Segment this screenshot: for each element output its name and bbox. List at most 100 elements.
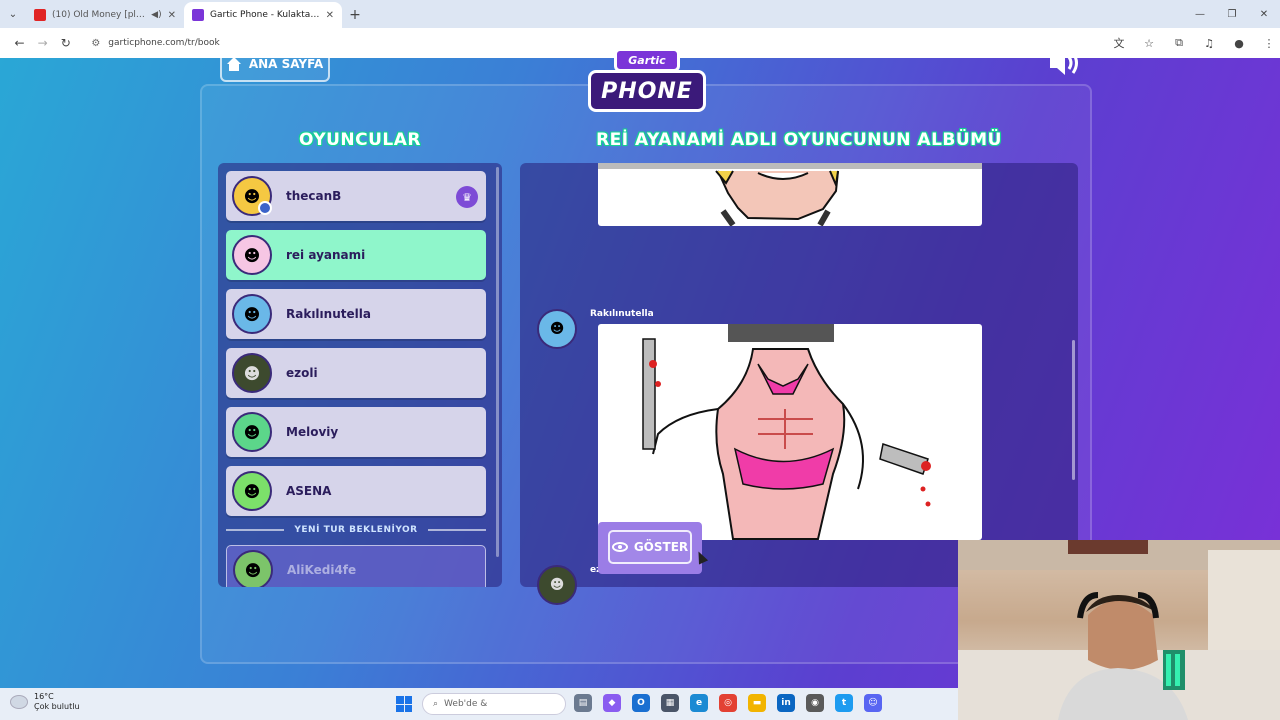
player-avatar: ☻ xyxy=(232,412,272,452)
waiting-label: YENİ TUR BEKLENİYOR xyxy=(294,525,418,535)
author-avatar: ☻ xyxy=(537,309,577,349)
webcam-overlay xyxy=(958,540,1280,720)
logo-top-text: Gartic xyxy=(614,48,680,72)
waiting-divider: YENİ TUR BEKLENİYOR xyxy=(226,525,486,535)
player-name: ASENA xyxy=(286,484,332,498)
back-button[interactable]: ← xyxy=(8,31,31,55)
temperature: 16°C xyxy=(34,692,54,701)
profile-icon[interactable]: ● xyxy=(1228,32,1250,54)
browser-menu-icon[interactable]: ⋮ xyxy=(1258,32,1280,54)
translate-icon[interactable]: 文 xyxy=(1108,32,1130,54)
reload-button[interactable]: ↻ xyxy=(54,31,77,55)
new-tab-button[interactable]: + xyxy=(342,2,368,28)
minimize-icon[interactable]: — xyxy=(1184,0,1216,28)
twitter-icon[interactable]: t xyxy=(835,694,853,712)
weather-condition: Çok bulutlu xyxy=(34,702,80,711)
host-badge-icon xyxy=(258,201,272,215)
waiting-player-row: ☻ AliKedi4fe xyxy=(226,545,486,587)
tab-search-icon[interactable]: ⌄ xyxy=(0,0,26,28)
player-avatar: ☻ xyxy=(232,235,272,275)
taskbar-search[interactable]: ⌕ Web'de & xyxy=(422,693,566,715)
webcam-image xyxy=(958,540,1280,720)
drawing-image xyxy=(642,324,931,540)
obs-icon[interactable]: ◉ xyxy=(806,694,824,712)
outlook-icon[interactable]: O xyxy=(632,694,650,712)
eye-icon xyxy=(611,542,628,552)
divider-line xyxy=(226,529,285,531)
tab-title: (10) Old Money [playlist] - Y xyxy=(52,10,146,20)
address-bar-icons: 文 ☆ ⧉ ♫ ● ⋮ xyxy=(1108,32,1280,54)
media-control-icon[interactable]: ♫ xyxy=(1198,32,1220,54)
linkedin-icon[interactable]: in xyxy=(777,694,795,712)
restore-icon[interactable]: ❐ xyxy=(1216,0,1248,28)
divider-line xyxy=(427,529,486,531)
store-icon[interactable]: ▦ xyxy=(661,694,679,712)
player-row: ☻ Meloviy xyxy=(226,407,486,457)
player-row: ☻ Rakılınutella xyxy=(226,289,486,339)
close-tab-icon[interactable]: ✕ xyxy=(168,10,176,21)
album-scrollbar[interactable] xyxy=(1072,340,1075,480)
player-avatar: ☻ xyxy=(232,294,272,334)
search-icon: ⌕ xyxy=(433,699,439,709)
player-name: rei ayanami xyxy=(286,248,366,262)
players-scrollbar[interactable] xyxy=(496,167,499,557)
crown-icon: ♛ xyxy=(456,186,478,208)
tab-gartic[interactable]: Gartic Phone - Kulaktan Kulağa ✕ xyxy=(184,2,342,28)
player-row-selected: ☻ rei ayanami xyxy=(226,230,486,280)
windows-taskbar: 16°C Çok bulutlu ⌕ Web'de & ▤ ◆ O ▦ e ◎ … xyxy=(0,688,958,720)
home-button-label: ANA SAYFA xyxy=(248,57,324,71)
drawing-card xyxy=(598,324,982,540)
author-name: Rakılınutella xyxy=(590,309,654,319)
previous-drawing-image xyxy=(598,163,982,226)
player-name: Meloviy xyxy=(286,425,339,439)
player-name: Rakılınutella xyxy=(286,307,371,321)
logo-main-text: PHONE xyxy=(588,70,706,112)
folder-icon[interactable]: ▬ xyxy=(748,694,766,712)
player-avatar: ☻ xyxy=(232,353,272,393)
album-heading: REİ AYANAMİ ADLI OYUNCUNUN ALBÜMÜ xyxy=(596,130,1002,150)
previous-drawing-card xyxy=(598,163,982,226)
players-heading: OYUNCULAR xyxy=(298,130,422,150)
volume-icon[interactable] xyxy=(1048,48,1082,78)
windows-start-icon[interactable] xyxy=(396,696,412,712)
gartic-favicon-icon xyxy=(192,9,204,21)
taskbar-apps: ▤ ◆ O ▦ e ◎ ▬ in ◉ t ☺ xyxy=(574,694,882,712)
player-name: AliKedi4fe xyxy=(287,563,357,577)
players-list: ☻ thecanB ♛ ☻ rei ayanami ☻ Rakılınutell… xyxy=(218,163,502,587)
weather-text: 16°C Çok bulutlu xyxy=(34,692,80,712)
show-button-label: GÖSTER xyxy=(633,540,689,554)
tab-youtube[interactable]: (10) Old Money [playlist] - Y ◀) ✕ xyxy=(26,2,184,28)
cloud-icon xyxy=(10,695,28,709)
speaker-icon[interactable]: ◀) xyxy=(151,10,161,20)
player-row: ☻ ezoli xyxy=(226,348,486,398)
player-name: ezoli xyxy=(286,366,318,380)
youtube-favicon-icon xyxy=(34,9,46,21)
discord-icon[interactable]: ☺ xyxy=(864,694,882,712)
file-explorer-icon[interactable]: ▤ xyxy=(574,694,592,712)
player-name: thecanB xyxy=(286,189,342,203)
author-avatar: ☻ xyxy=(537,565,577,605)
weather-widget[interactable]: 16°C Çok bulutlu xyxy=(10,692,80,712)
forward-button[interactable]: → xyxy=(31,31,54,55)
bookmark-star-icon[interactable]: ☆ xyxy=(1138,32,1160,54)
player-row: ☻ thecanB ♛ xyxy=(226,171,486,221)
close-tab-icon[interactable]: ✕ xyxy=(326,10,334,21)
player-avatar: ☻ xyxy=(233,550,273,587)
player-avatar: ☻ xyxy=(232,471,272,511)
gartic-phone-logo: ⚡ Gartic PHONE xyxy=(586,42,708,118)
home-icon xyxy=(226,57,241,71)
site-info-icon[interactable]: ⚙ xyxy=(91,38,100,49)
player-row: ☻ ASENA xyxy=(226,466,486,516)
home-button[interactable]: ANA SAYFA xyxy=(220,46,330,82)
browser-tabbar: ⌄ (10) Old Money [playlist] - Y ◀) ✕ Gar… xyxy=(0,0,1280,28)
chrome-icon[interactable]: ◎ xyxy=(719,694,737,712)
show-button[interactable]: GÖSTER xyxy=(608,530,692,564)
copilot-icon[interactable]: ◆ xyxy=(603,694,621,712)
url-text: garticphone.com/tr/book xyxy=(108,38,220,48)
tab-title: Gartic Phone - Kulaktan Kulağa xyxy=(210,10,320,20)
edge-icon[interactable]: e xyxy=(690,694,708,712)
extensions-icon[interactable]: ⧉ xyxy=(1168,32,1190,54)
window-controls: — ❐ ✕ xyxy=(1184,0,1280,28)
search-placeholder: Web'de & xyxy=(444,699,488,709)
close-window-icon[interactable]: ✕ xyxy=(1248,0,1280,28)
